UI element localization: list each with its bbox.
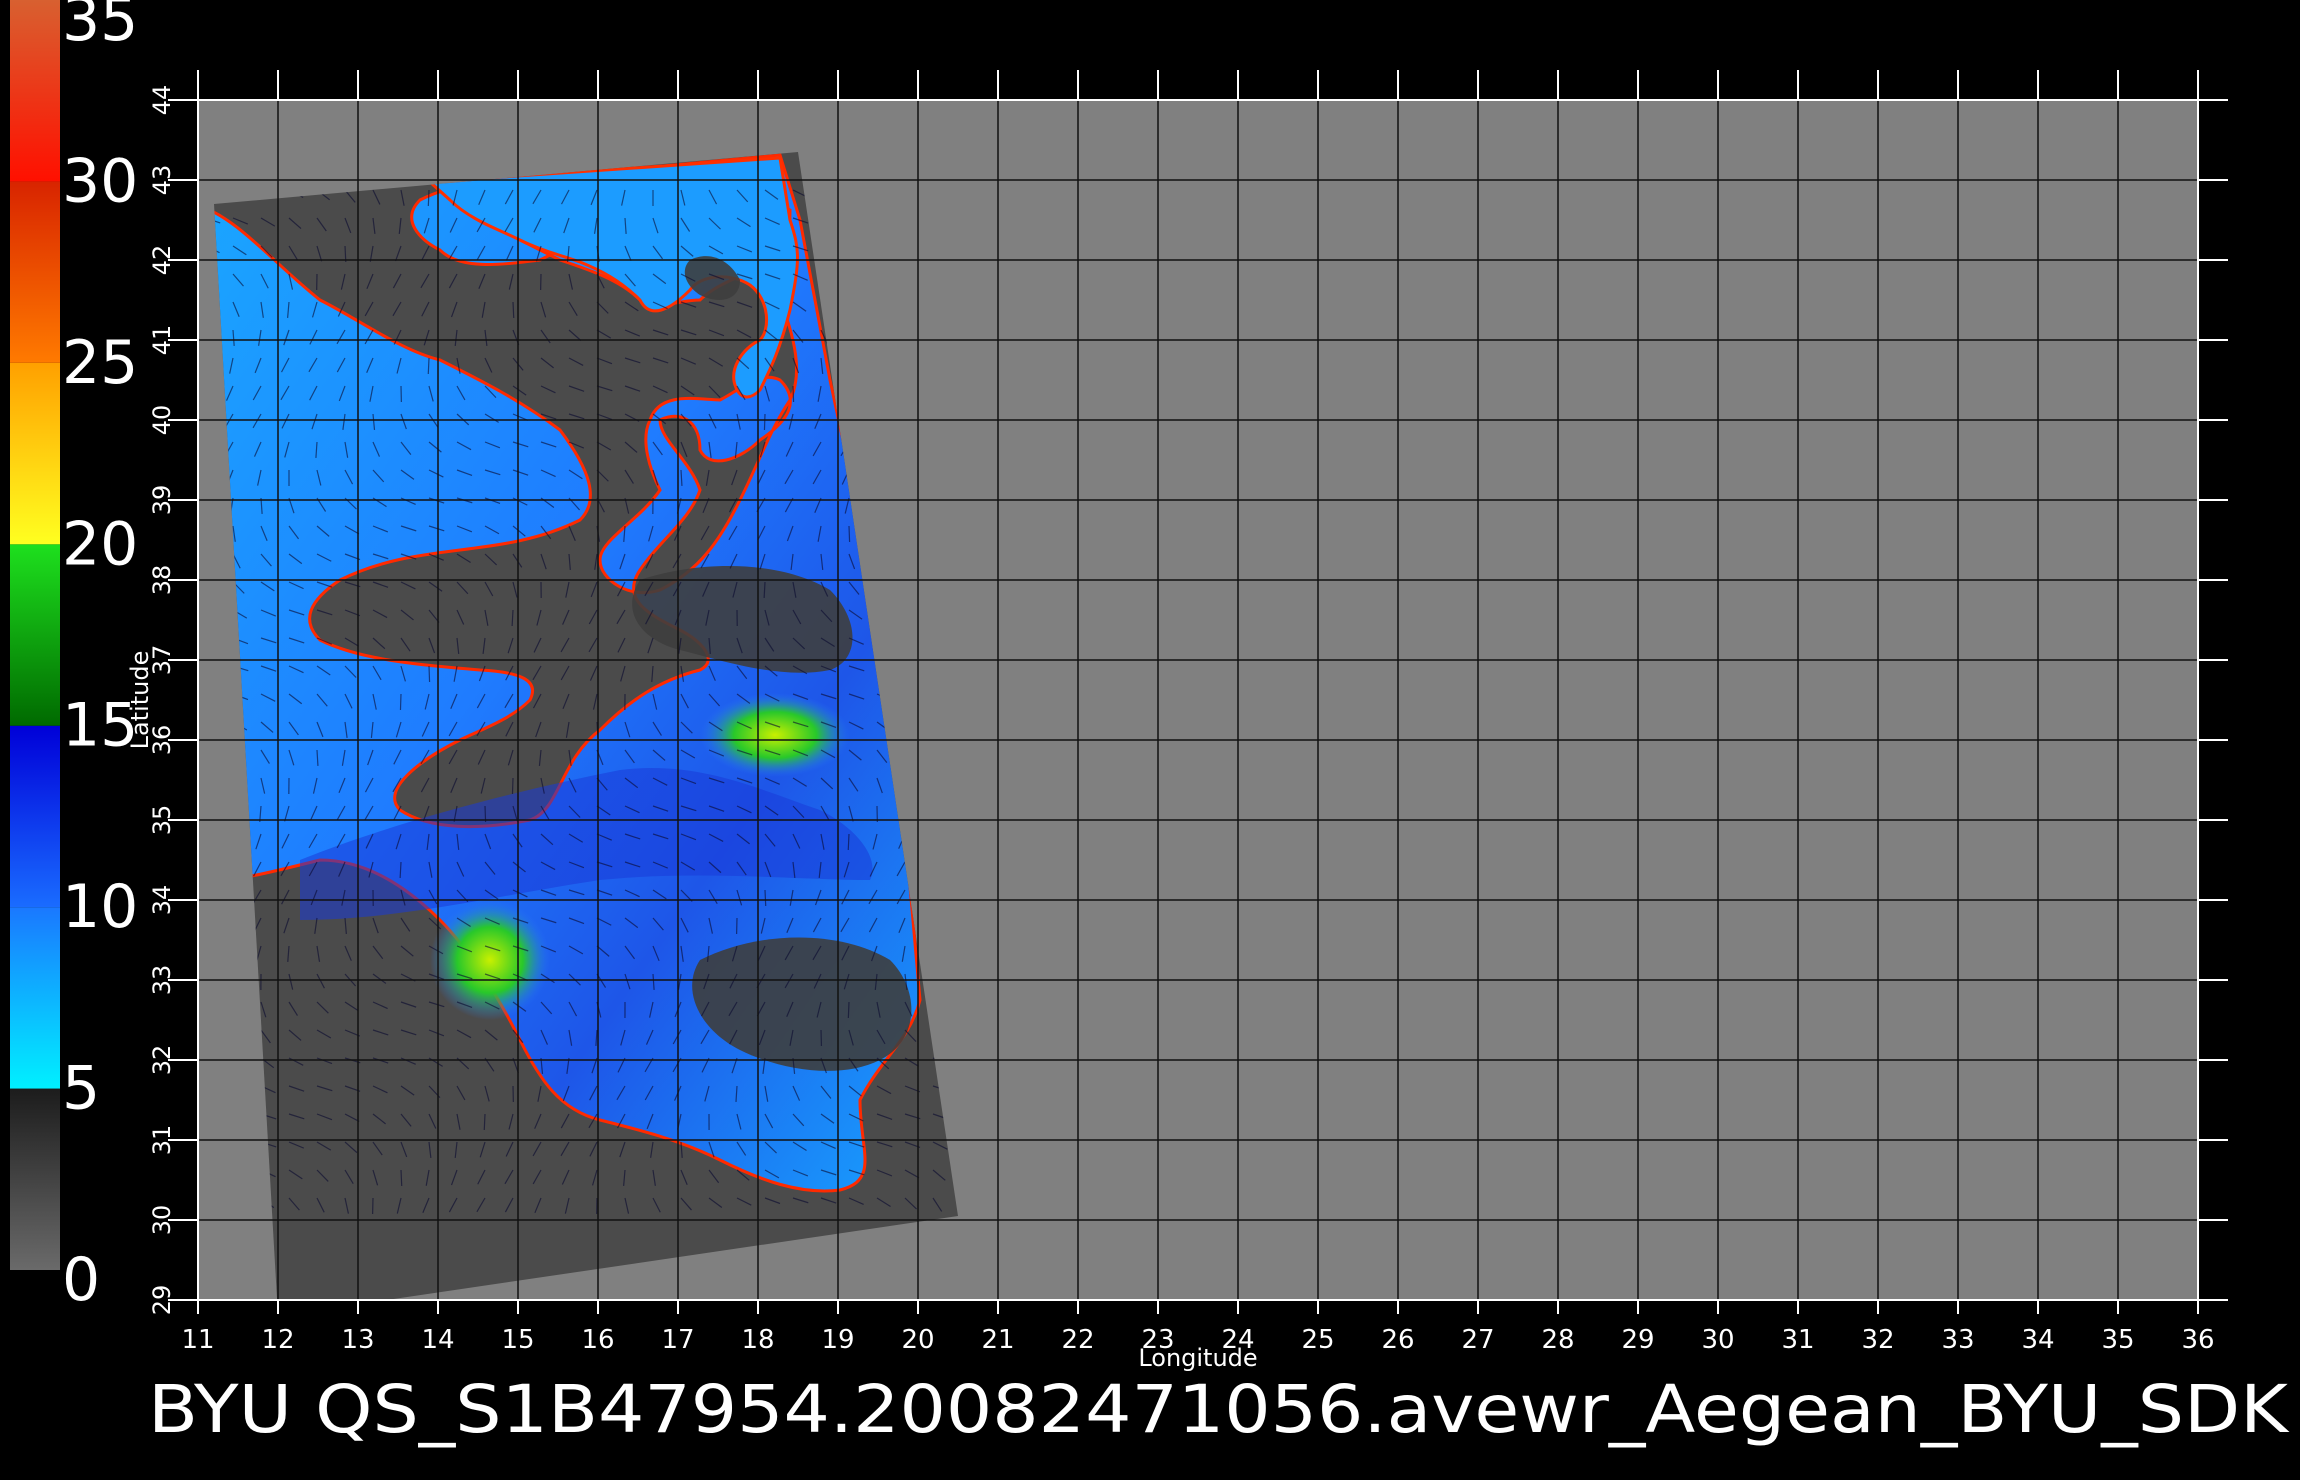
colorbar-tick-label: 10 <box>62 872 138 942</box>
colorbar-band <box>10 0 60 182</box>
lat-tick-label: 33 <box>148 965 176 996</box>
colorbar-band <box>10 1088 60 1270</box>
wind-vector <box>764 889 767 907</box>
lat-tick-label: 35 <box>148 805 176 836</box>
colorbar-tick-label: 5 <box>62 1054 100 1124</box>
lon-tick-label: 25 <box>1301 1325 1334 1355</box>
high-wind-patch <box>430 900 550 1020</box>
lon-tick-label: 16 <box>581 1325 614 1355</box>
high-wind-patch <box>700 693 850 777</box>
wind-vector <box>847 1001 850 1019</box>
colorbar-tick-label: 35 <box>62 0 138 55</box>
lon-tick-label: 29 <box>1621 1325 1654 1355</box>
colorbar-tick-label: 25 <box>62 328 138 398</box>
lon-tick-label: 11 <box>181 1325 214 1355</box>
colorbar-tick-label: 30 <box>62 146 138 216</box>
colorbar-tick-label: 20 <box>62 509 138 579</box>
y-axis-label: Latitude <box>126 651 154 750</box>
wind-vector <box>792 385 795 403</box>
colorbar-band <box>10 181 60 363</box>
lon-tick-label: 31 <box>1781 1325 1814 1355</box>
plot-area: 11 12 13 14 15 16 17 18 19 20 21 22 23 24 25 26 27 28 29 30… <box>148 70 2228 1355</box>
lon-tick-label: 22 <box>1061 1325 1094 1355</box>
wind-vector <box>483 1113 486 1131</box>
wind-vector <box>512 301 515 319</box>
wind-vector <box>763 413 766 431</box>
lon-tick-label: 34 <box>2021 1325 2054 1355</box>
lat-tick-label: 29 <box>148 1285 176 1316</box>
lat-tick-label: 40 <box>148 405 176 436</box>
lon-tick-label: 26 <box>1381 1325 1414 1355</box>
lat-tick-label: 43 <box>148 165 176 196</box>
lat-tick-label: 42 <box>148 245 176 276</box>
lon-tick-label: 28 <box>1541 1325 1574 1355</box>
colorbar-band <box>10 544 60 726</box>
wind-vector <box>399 693 402 711</box>
wind-vector <box>847 833 850 851</box>
lon-tick-label: 20 <box>901 1325 934 1355</box>
wind-vector <box>511 777 514 795</box>
wind-vector <box>427 189 430 207</box>
lat-tick-label: 41 <box>148 325 176 356</box>
lon-tick-label: 12 <box>261 1325 294 1355</box>
wind-vector <box>427 357 430 375</box>
wind-vector <box>848 525 851 543</box>
lon-tick-label: 30 <box>1701 1325 1734 1355</box>
lon-tick-label: 32 <box>1861 1325 1894 1355</box>
lat-tick-label: 39 <box>148 485 176 516</box>
lat-tick-label: 34 <box>148 885 176 916</box>
lon-tick-label: 15 <box>501 1325 534 1355</box>
colorbar-band <box>10 907 60 1089</box>
lat-tick-label: 31 <box>148 1125 176 1156</box>
lon-tick-label: 17 <box>661 1325 694 1355</box>
wind-vector <box>400 1169 403 1187</box>
colorbar-band <box>10 725 60 908</box>
lat-tick-label: 44 <box>148 85 176 116</box>
lat-tick-label: 30 <box>148 1205 176 1236</box>
lat-tick-label: 32 <box>148 1045 176 1076</box>
lon-tick-label: 18 <box>741 1325 774 1355</box>
lon-tick-label: 19 <box>821 1325 854 1355</box>
lon-tick-label: 35 <box>2101 1325 2134 1355</box>
x-axis-label: Longitude <box>1138 1344 1257 1372</box>
lon-tick-label: 13 <box>341 1325 374 1355</box>
colorbar-band <box>10 362 60 545</box>
lon-tick-label: 21 <box>981 1325 1014 1355</box>
wind-vector <box>428 665 431 683</box>
lon-tick-label: 36 <box>2181 1325 2214 1355</box>
lat-tick-label: 38 <box>148 565 176 596</box>
lon-tick-label: 14 <box>421 1325 454 1355</box>
colorbar-tick-label: 0 <box>62 1245 100 1315</box>
image-title: BYU QS_S1B47954.20082471056.avewr_Aegean… <box>148 1371 2290 1448</box>
lon-tick-label: 27 <box>1461 1325 1494 1355</box>
colorbar <box>10 0 60 1270</box>
lon-tick-label: 33 <box>1941 1325 1974 1355</box>
map-figure: 35 30 25 20 15 10 5 0 11 12 13 14 15 16 17 18 1… <box>10 0 2290 1448</box>
